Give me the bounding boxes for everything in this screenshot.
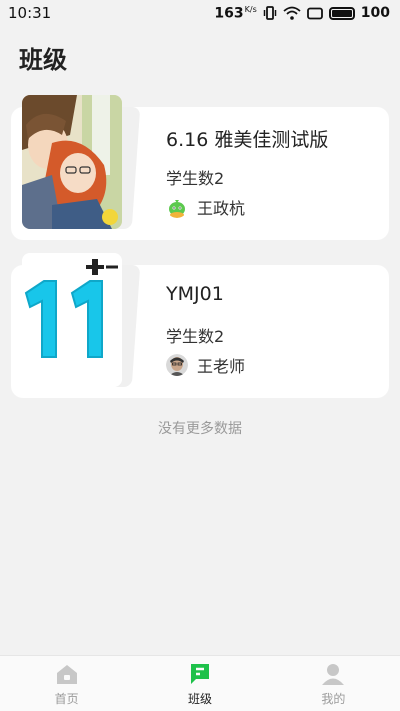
battery-level: 100 [360, 5, 390, 21]
tab-class[interactable]: 班级 [133, 656, 266, 711]
page-title: 班级 [19, 46, 67, 74]
net-speed: 163K/s [214, 5, 256, 22]
person-photo-icon [166, 354, 188, 376]
anime-illustration-icon [22, 95, 122, 229]
teacher-name: 王老师 [197, 357, 246, 376]
teacher-avatar [166, 196, 188, 218]
class-cover-image [22, 253, 141, 387]
net-speed-value: 163 [214, 5, 244, 22]
net-speed-unit: K/s [244, 4, 257, 14]
teacher-info: 王政杭 [166, 195, 245, 219]
tab-profile[interactable]: 我的 [267, 656, 400, 711]
number-11-graphic-icon [22, 253, 122, 387]
home-icon [56, 665, 77, 684]
no-more-data-text: 没有更多数据 [158, 421, 242, 437]
status-bar: 10:31 163K/s 100 [0, 0, 400, 26]
bottom-tab-bar: 首页 班级 我的 [0, 655, 400, 711]
teacher-avatar [166, 354, 188, 376]
status-icons: 163K/s 100 [214, 5, 390, 22]
tab-class-label: 班级 [187, 692, 212, 706]
tab-home[interactable]: 首页 [0, 656, 133, 711]
profile-icon [322, 664, 345, 685]
class-name: 6.16 雅美佳测试版 [166, 129, 329, 151]
screen-icon [306, 7, 323, 19]
student-count: 学生数2 [166, 169, 225, 188]
class-icon [190, 664, 209, 684]
status-time: 10:31 [8, 4, 52, 22]
class-card[interactable]: YMJ01 学生数2 王老师 [11, 253, 389, 398]
wifi-icon [283, 6, 301, 20]
class-card[interactable]: 6.16 雅美佳测试版 学生数2 王政杭 [11, 95, 389, 240]
teacher-name: 王政杭 [197, 199, 246, 218]
class-cover-image [22, 95, 141, 229]
tab-profile-label: 我的 [321, 692, 346, 706]
battery-icon [328, 6, 355, 20]
teacher-info: 王老师 [166, 353, 245, 377]
class-name: YMJ01 [166, 283, 224, 305]
vibrate-icon [263, 6, 277, 20]
student-count: 学生数2 [166, 327, 225, 346]
tab-home-label: 首页 [54, 692, 79, 706]
cartoon-avatar-icon [166, 196, 188, 218]
